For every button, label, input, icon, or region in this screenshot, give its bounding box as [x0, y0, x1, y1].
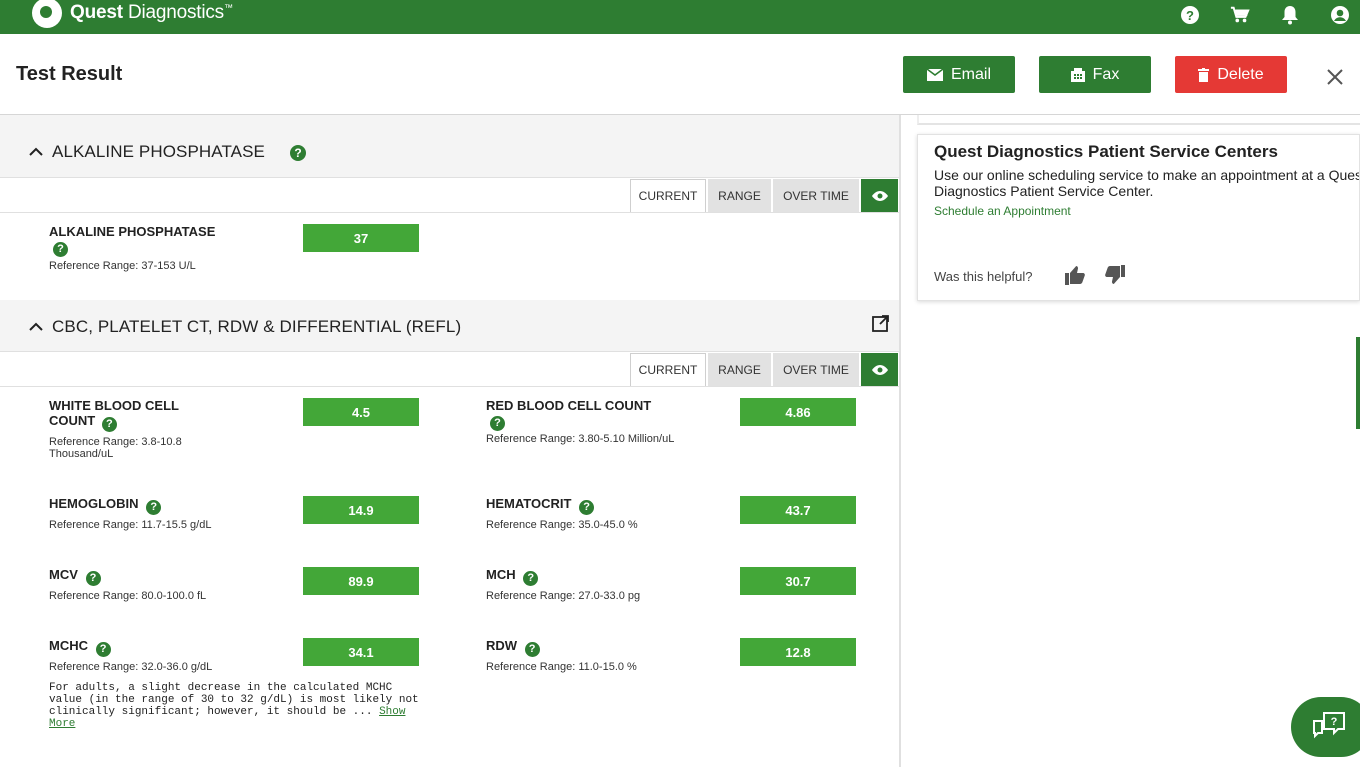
test-item: MCH ? Reference Range: 27.0-33.0 pg: [486, 567, 641, 602]
tab-current[interactable]: CURRENT: [630, 353, 706, 386]
section-title: CBC, PLATELET CT, RDW & DIFFERENTIAL (RE…: [52, 317, 462, 336]
test-item: RED BLOOD CELL COUNT ? Reference Range: …: [486, 398, 675, 445]
previous-card-edge: [917, 115, 1360, 125]
test-item: HEMOGLOBIN ? Reference Range: 11.7-15.5 …: [49, 496, 212, 531]
result-value: 34.1: [303, 638, 419, 666]
section-header-alkaline-phosphatase[interactable]: ALKALINE PHOSPHATASE ?: [0, 115, 899, 177]
quest-logo[interactable]: Quest Diagnostics™: [32, 0, 233, 28]
help-icon[interactable]: ?: [85, 571, 101, 586]
chat-button[interactable]: ?: [1291, 697, 1360, 757]
result-value: 30.7: [740, 567, 856, 595]
help-icon[interactable]: ?: [53, 241, 68, 257]
tab-range[interactable]: RANGE: [708, 353, 771, 386]
section-title: ALKALINE PHOSPHATASE: [52, 142, 265, 161]
quest-logo-icon: [32, 0, 62, 28]
test-item: MCHC ? Reference Range: 32.0-36.0 g/dL: [49, 638, 213, 673]
card-title: Quest Diagnostics Patient Service Center…: [934, 142, 1278, 161]
eye-icon[interactable]: [861, 353, 898, 386]
result-header: Test Result Email Fax Delete: [0, 34, 1360, 115]
result-value: 4.86: [740, 398, 856, 426]
external-link-icon[interactable]: [872, 315, 889, 332]
help-icon[interactable]: ?: [146, 500, 162, 515]
result-value: 14.9: [303, 496, 419, 524]
close-icon[interactable]: [1325, 67, 1345, 87]
help-icon[interactable]: ?: [490, 415, 505, 431]
svg-text:?: ?: [1186, 8, 1194, 23]
top-nav-bar: Quest Diagnostics™ ?: [0, 0, 1360, 34]
test-item: MCV ? Reference Range: 80.0-100.0 fL: [49, 567, 207, 602]
helpful-prompt: Was this helpful?: [934, 269, 1033, 284]
svg-text:?: ?: [1331, 716, 1338, 728]
tab-current[interactable]: CURRENT: [630, 179, 706, 212]
chevron-up-icon[interactable]: [28, 144, 44, 160]
cart-icon[interactable]: [1230, 3, 1250, 27]
result-value: 12.8: [740, 638, 856, 666]
fax-icon: [1070, 67, 1085, 82]
test-item: RDW ? Reference Range: 11.0-15.0 %: [486, 638, 637, 673]
mchc-note: For adults, a slight decrease in the cal…: [49, 682, 419, 730]
test-item: WHITE BLOOD CELL COUNT ? Reference Range…: [49, 398, 182, 460]
eye-icon[interactable]: [861, 179, 898, 212]
side-accent-bar: [1356, 337, 1360, 429]
tab-over-time[interactable]: OVER TIME: [773, 179, 859, 212]
help-icon[interactable]: ?: [579, 500, 595, 515]
schedule-appointment-link[interactable]: Schedule an Appointment: [934, 204, 1071, 218]
result-value: 89.9: [303, 567, 419, 595]
account-icon[interactable]: [1330, 3, 1350, 27]
quest-logo-text: Quest Diagnostics™: [70, 2, 233, 23]
service-center-card: Quest Diagnostics Patient Service Center…: [917, 134, 1360, 301]
view-tabs: CURRENT RANGE OVER TIME: [0, 177, 899, 213]
help-icon[interactable]: ?: [524, 642, 540, 657]
results-pane: ALKALINE PHOSPHATASE ? CURRENT RANGE OVE…: [0, 115, 899, 767]
thumbs-down-icon[interactable]: [1103, 263, 1127, 287]
trash-icon: [1198, 67, 1210, 82]
tab-over-time[interactable]: OVER TIME: [773, 353, 859, 386]
bell-icon[interactable]: [1280, 3, 1300, 27]
view-tabs: CURRENT RANGE OVER TIME: [0, 351, 899, 387]
thumbs-up-icon[interactable]: [1063, 263, 1087, 287]
test-item: HEMATOCRIT ? Reference Range: 35.0-45.0 …: [486, 496, 638, 531]
card-description: Use our online scheduling service to mak…: [934, 167, 1360, 199]
help-icon[interactable]: ?: [290, 145, 306, 161]
test-item: ALKALINE PHOSPHATASE ? Reference Range: …: [49, 224, 216, 272]
help-icon[interactable]: ?: [101, 417, 117, 432]
side-panel: Quest Diagnostics Patient Service Center…: [901, 115, 1360, 767]
email-button[interactable]: Email: [903, 56, 1015, 93]
result-value: 37: [303, 224, 419, 252]
envelope-icon: [926, 68, 943, 81]
result-value: 43.7: [740, 496, 856, 524]
chat-icon: ?: [1313, 712, 1345, 739]
delete-button[interactable]: Delete: [1175, 56, 1287, 93]
help-icon[interactable]: ?: [95, 642, 111, 657]
result-value: 4.5: [303, 398, 419, 426]
chevron-up-icon[interactable]: [28, 319, 44, 335]
page-title: Test Result: [16, 63, 123, 85]
help-icon[interactable]: ?: [1180, 3, 1200, 27]
section-header-cbc[interactable]: CBC, PLATELET CT, RDW & DIFFERENTIAL (RE…: [0, 300, 899, 351]
fax-button[interactable]: Fax: [1039, 56, 1151, 93]
tab-range[interactable]: RANGE: [708, 179, 771, 212]
help-icon[interactable]: ?: [523, 571, 539, 586]
